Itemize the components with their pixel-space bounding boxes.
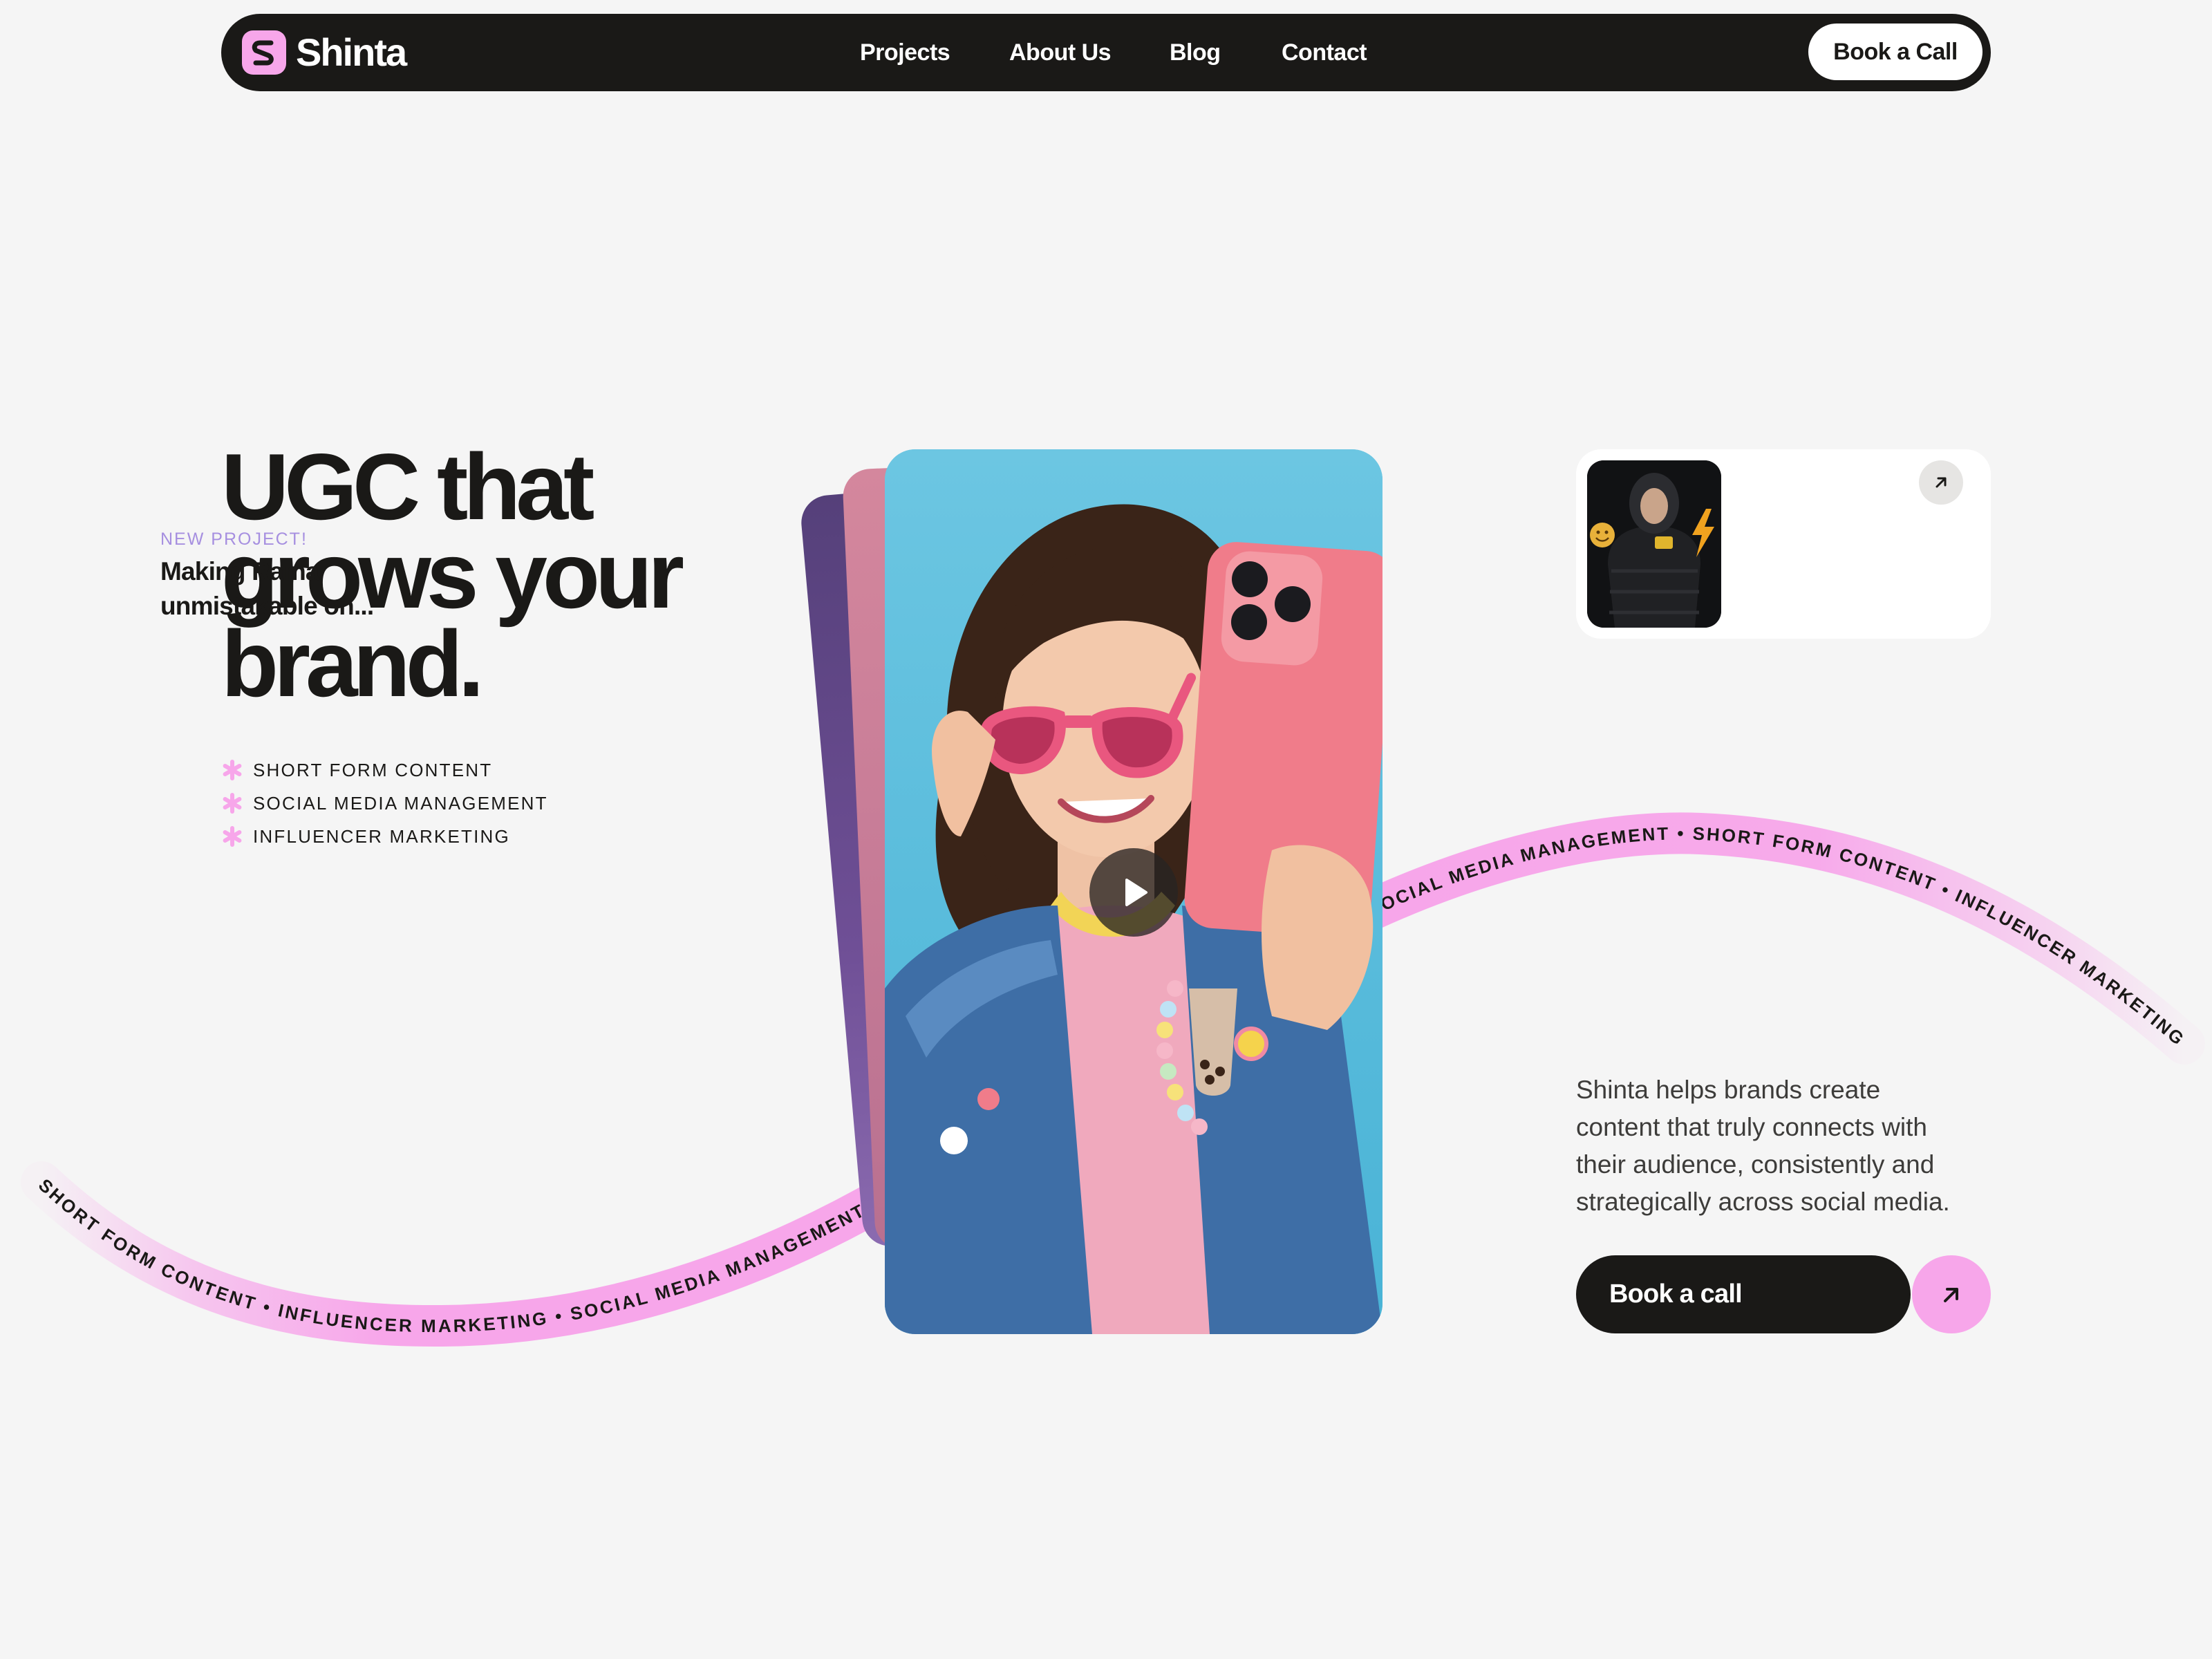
description-line: their audience, consistently and <box>1576 1150 1935 1179</box>
description-line: content that truly connects with <box>1576 1113 1927 1141</box>
play-icon <box>1125 879 1147 906</box>
service-list: SHORT FORM CONTENT SOCIAL MEDIA MANAGEME… <box>221 753 548 853</box>
service-label: SHORT FORM CONTENT <box>253 759 493 780</box>
book-a-call-nav-button[interactable]: Book a Call <box>1808 24 1983 80</box>
asterisk-icon <box>223 760 242 780</box>
top-navbar: Shinta Projects About Us Blog Contact Bo… <box>221 14 1991 91</box>
open-project-button[interactable] <box>1919 460 1963 505</box>
nav-about-link[interactable]: About Us <box>1009 36 1112 69</box>
project-title-line: unmistakable on... <box>160 592 374 620</box>
project-thumbnail <box>1587 460 1721 628</box>
project-title: Making Rama unmistakable on... <box>160 554 395 624</box>
description-line: strategically across social media. <box>1576 1188 1950 1216</box>
project-title-line: Making Rama <box>160 557 320 585</box>
description-line: Shinta helps brands create <box>1576 1076 1881 1104</box>
hero-description: Shinta helps brands create content that … <box>1576 1071 2018 1221</box>
new-project-tag: NEW PROJECT! <box>160 529 308 549</box>
hero-heading-line: UGC that <box>221 434 594 539</box>
nav-blog-link[interactable]: Blog <box>1170 36 1221 69</box>
book-a-call-arrow-button[interactable] <box>1912 1255 1991 1333</box>
nav-links: Projects About Us Blog Contact <box>221 14 1991 91</box>
new-project-card[interactable] <box>1576 449 1991 639</box>
hero-heading-line: brand. <box>221 611 485 716</box>
service-item: INFLUENCER MARKETING <box>221 820 548 853</box>
arrow-up-right-icon <box>1936 477 1947 488</box>
service-label: INFLUENCER MARKETING <box>253 825 510 847</box>
asterisk-icon <box>223 793 242 814</box>
arrow-up-right-icon <box>1944 1287 1958 1302</box>
nav-contact-link[interactable]: Contact <box>1282 36 1367 69</box>
service-item: SHORT FORM CONTENT <box>221 753 548 787</box>
nav-projects-link[interactable]: Projects <box>860 36 950 69</box>
book-a-call-button[interactable]: Book a call <box>1576 1255 1911 1333</box>
play-video-button[interactable] <box>1089 848 1178 937</box>
service-item: SOCIAL MEDIA MANAGEMENT <box>221 787 548 820</box>
service-label: SOCIAL MEDIA MANAGEMENT <box>253 792 548 814</box>
asterisk-icon <box>223 826 242 847</box>
